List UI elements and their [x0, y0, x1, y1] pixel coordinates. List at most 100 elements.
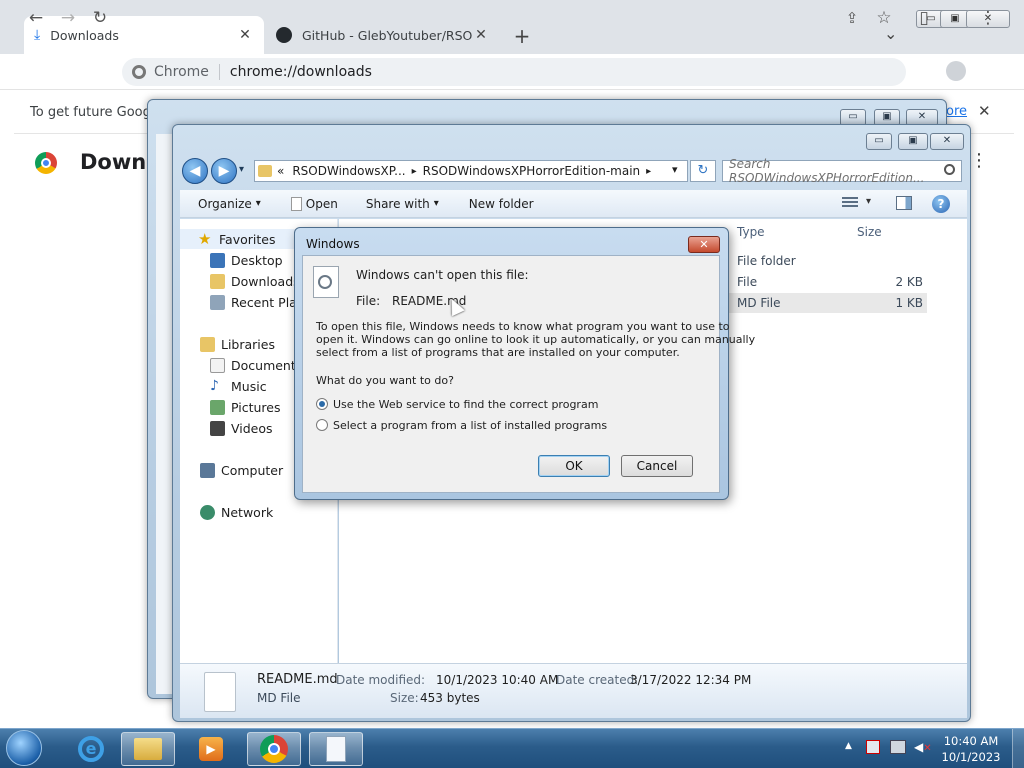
radio-selected-icon[interactable]	[316, 398, 328, 410]
row-size: 2 KB	[895, 275, 923, 289]
ok-button[interactable]: OK	[538, 455, 610, 477]
volume-muted-icon[interactable]: ◀✕	[914, 740, 932, 754]
forward-arrow-icon[interactable]: ▶	[211, 158, 237, 184]
option-web-service[interactable]: Use the Web service to find the correct …	[316, 398, 598, 411]
address-bar[interactable]: Chrome chrome://downloads	[122, 58, 906, 86]
breadcrumb-overflow[interactable]: «	[277, 164, 284, 178]
nav-documents[interactable]: Documents	[210, 355, 302, 375]
nav-label: Network	[221, 504, 274, 520]
back-arrow-icon[interactable]: ◀	[182, 158, 208, 184]
help-icon[interactable]: ?	[932, 195, 950, 213]
network-tray-icon[interactable]	[890, 740, 906, 754]
breadcrumb-segment[interactable]: RSODWindowsXPHorrorEdition-main	[423, 164, 641, 178]
taskbar-chrome-button[interactable]	[247, 732, 301, 766]
nav-libraries[interactable]: Libraries	[200, 334, 275, 354]
tab-close-icon[interactable]: ✕	[236, 27, 254, 43]
column-header-type[interactable]: Type	[737, 225, 765, 239]
videos-icon	[210, 420, 225, 436]
organize-label: Organize	[198, 196, 252, 211]
computer-icon	[200, 462, 215, 478]
nav-computer[interactable]: Computer	[200, 460, 283, 480]
explorer-close-button[interactable]: ✕	[930, 133, 964, 150]
document-icon	[290, 196, 302, 211]
file-label: File:	[356, 294, 381, 308]
open-button[interactable]: Open	[290, 196, 338, 211]
document-icon	[326, 736, 346, 762]
chrome-menu-icon[interactable]: ⋮	[976, 6, 1000, 30]
infobar-link[interactable]: ore	[946, 104, 967, 119]
page-menu-icon[interactable]: ⋮	[970, 150, 988, 171]
cancel-button[interactable]: Cancel	[621, 455, 693, 477]
bookmark-star-icon[interactable]: ☆	[872, 6, 896, 30]
profile-avatar[interactable]	[946, 61, 966, 81]
open-label: Open	[305, 196, 338, 211]
taskbar-explorer-button[interactable]	[121, 732, 175, 766]
details-file-kind: MD File	[257, 691, 301, 705]
refresh-icon[interactable]: ↻	[690, 160, 716, 182]
tab-close-icon[interactable]: ✕	[472, 27, 490, 43]
search-placeholder: Search RSODWindowsXPHorrorEdition...	[729, 157, 925, 185]
nav-network[interactable]: Network	[200, 502, 273, 522]
side-panel-icon[interactable]: ▯	[912, 6, 936, 30]
new-folder-button[interactable]: New folder	[469, 197, 534, 211]
search-input[interactable]: Search RSODWindowsXPHorrorEdition...	[722, 157, 962, 185]
back-button[interactable]: ←	[24, 6, 48, 30]
explorer-maximize-button[interactable]: ▣	[898, 133, 928, 150]
nav-label: Pictures	[231, 399, 281, 415]
dialog-message: To open this file, Windows needs to know…	[316, 320, 755, 359]
breadcrumb-chevron-icon[interactable]: ▸	[646, 166, 651, 177]
view-options-icon[interactable]	[842, 197, 858, 209]
libraries-icon	[200, 336, 215, 352]
show-hidden-icons-button[interactable]: ▲	[845, 741, 852, 751]
taskbar-ie-button[interactable]: e	[64, 732, 118, 766]
option-program-list[interactable]: Select a program from a list of installe…	[316, 419, 607, 432]
nav-music[interactable]: ♪ Music	[210, 376, 267, 396]
recent-pages-chevron-icon[interactable]: ▾	[239, 164, 244, 175]
column-header-size[interactable]: Size	[857, 225, 882, 239]
new-tab-button[interactable]: +	[510, 24, 534, 48]
share-icon[interactable]: ⇪	[840, 6, 864, 30]
explorer-address-bar[interactable]: « RSODWindowsXP... ▸ RSODWindowsXPHorror…	[254, 160, 688, 182]
share-with-button[interactable]: Share with ▾	[366, 197, 439, 211]
nav-desktop[interactable]: Desktop	[210, 250, 283, 270]
tab-title: GitHub - GlebYoutuber/RSODWi	[302, 27, 472, 43]
documents-icon	[210, 357, 225, 373]
radio-unselected-icon[interactable]	[316, 419, 328, 431]
view-dropdown-icon[interactable]: ▾	[866, 196, 871, 207]
infobar-text: To get future Google	[30, 105, 163, 120]
nav-downloads[interactable]: Downloads	[210, 271, 300, 291]
message-line: open it. Windows can go online to look i…	[316, 333, 756, 346]
breadcrumb-chevron-icon[interactable]: ▸	[412, 166, 417, 177]
forward-button[interactable]: →	[56, 6, 80, 30]
table-row-selected[interactable]: MD File 1 KB	[729, 293, 927, 313]
preview-pane-icon[interactable]	[896, 196, 912, 210]
dialog-heading: Windows can't open this file:	[356, 268, 529, 282]
dialog-question: What do you want to do?	[316, 374, 454, 387]
dialog-close-button[interactable]: ✕	[688, 236, 720, 253]
nav-label: Favorites	[219, 231, 276, 247]
message-line: To open this file, Windows needs to know…	[316, 320, 730, 333]
clock[interactable]: 10:40 AM 10/1/2023	[935, 733, 1007, 765]
nav-pictures[interactable]: Pictures	[210, 397, 281, 417]
tab-github[interactable]: GitHub - GlebYoutuber/RSODWi ✕	[266, 16, 500, 54]
folder-icon	[258, 165, 272, 177]
infobar-close-icon[interactable]: ✕	[978, 102, 991, 120]
nav-favorites[interactable]: ★ Favorites	[180, 229, 300, 249]
table-row[interactable]: File 2 KB	[729, 272, 927, 292]
nav-label: Computer	[221, 462, 284, 478]
reload-button[interactable]: ↻	[88, 6, 112, 30]
show-desktop-button[interactable]	[1012, 729, 1024, 768]
nav-videos[interactable]: Videos	[210, 418, 273, 438]
address-dropdown-icon[interactable]: ▾	[672, 163, 678, 176]
action-center-flag-icon[interactable]	[866, 740, 880, 754]
nav-label: Documents	[231, 357, 303, 373]
details-size-value: 453 bytes	[420, 691, 480, 705]
organize-button[interactable]: Organize ▾	[198, 197, 261, 211]
breadcrumb-segment[interactable]: RSODWindowsXP...	[292, 164, 405, 178]
taskbar-media-player-button[interactable]: ▶	[184, 732, 238, 766]
taskbar-notepad-button[interactable]	[309, 732, 363, 766]
nav-label: Videos	[231, 420, 273, 436]
explorer-minimize-button[interactable]: ▭	[866, 133, 892, 150]
table-row[interactable]: File folder	[729, 251, 927, 271]
start-button[interactable]	[6, 730, 42, 766]
